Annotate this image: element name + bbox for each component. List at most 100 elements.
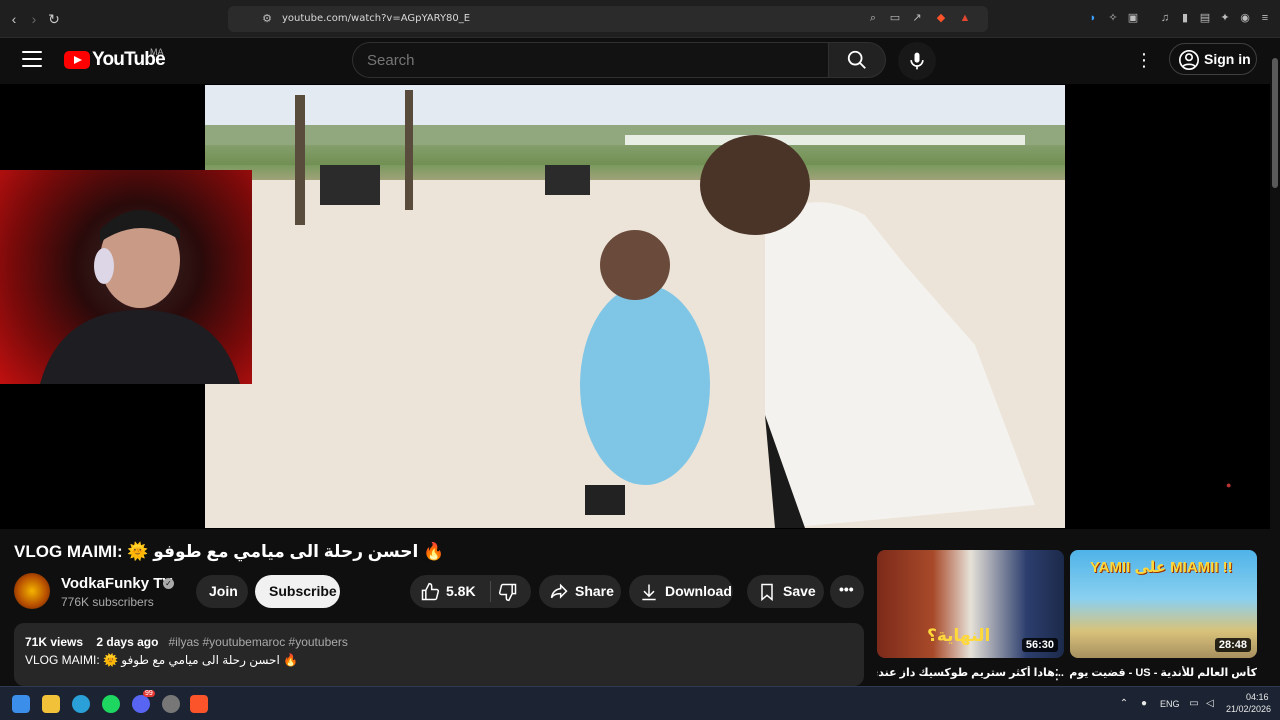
spotify-icon[interactable] <box>102 695 120 713</box>
download-label: Download <box>665 583 732 599</box>
network-icon[interactable]: ▭ <box>1188 698 1200 710</box>
download-button[interactable]: Download <box>629 575 733 608</box>
search-button[interactable] <box>828 42 886 78</box>
save-label: Save <box>783 583 816 599</box>
sign-in-label: Sign in <box>1204 51 1251 67</box>
join-label: Join <box>209 583 238 599</box>
tray-overflow-icon[interactable]: ⌃ <box>1118 698 1130 710</box>
like-dislike-group: 5.8K <box>410 575 531 608</box>
download-icon <box>642 584 656 601</box>
forward-icon[interactable]: › <box>24 9 44 29</box>
more-actions-button[interactable]: ••• <box>830 575 864 608</box>
recommended-title[interactable]: كأس العالم للأندية - US - قضيت يوم في <box>1070 666 1257 679</box>
wallet-icon[interactable]: ◗ <box>1086 11 1100 25</box>
clock-date[interactable]: 21/02/2026 <box>1226 704 1271 714</box>
recommended-title[interactable]: ...هادا أكثر ستريم طوكسيك داز عندي <box>877 666 1064 679</box>
menu-icon[interactable]: ≡ <box>1258 11 1272 25</box>
discord-icon[interactable]: 99 <box>132 690 155 713</box>
subscribe-label: Subscribe <box>269 583 337 599</box>
view-count: 71K views <box>25 635 84 649</box>
brave-browser-icon[interactable] <box>190 695 208 713</box>
recommendation-menu-icon[interactable]: ⋮ <box>1050 666 1064 684</box>
browser-toolbar: ‹ › ↻ ▯ ⚙ youtube.com/watch?v=AGpYARY80_… <box>0 0 1280 38</box>
thumbs-up-icon[interactable] <box>420 582 440 602</box>
windows-start-icon[interactable] <box>12 695 30 713</box>
leo-icon[interactable]: ✦ <box>1218 11 1232 25</box>
video-player[interactable]: ● <box>0 84 1270 529</box>
thumbnail-text: النهاية؟ <box>927 626 991 645</box>
country-code: MA <box>150 47 164 57</box>
search-icon <box>847 50 866 69</box>
zoom-icon[interactable]: ⌕ <box>866 11 880 25</box>
video-duration: 28:48 <box>1214 638 1251 652</box>
voice-search-button[interactable] <box>898 42 936 80</box>
like-divider <box>490 581 491 602</box>
scroll-thumb[interactable] <box>1272 58 1278 188</box>
screenshot-icon[interactable]: ▣ <box>1126 11 1140 25</box>
bookmark-save-icon <box>761 583 773 602</box>
video-thumbnail[interactable]: النهاية؟ 56:30 <box>877 550 1064 658</box>
video-thumbnail[interactable]: YAMII علی MIAMII !! 28:48 <box>1070 550 1257 658</box>
youtube-header: YouTube MA ⋮ Sign in <box>0 38 1280 84</box>
language-indicator[interactable]: ENG <box>1160 699 1180 709</box>
recommended-video[interactable]: النهاية؟ 56:30 ...هادا أكثر ستريم طوكسيك… <box>877 550 1064 686</box>
search-box[interactable] <box>352 42 828 78</box>
discord-badge: 99 <box>143 690 155 697</box>
join-button[interactable]: Join <box>196 575 248 608</box>
cast-icon[interactable]: ▭ <box>888 11 902 25</box>
clock-time[interactable]: 04:16 <box>1246 692 1269 702</box>
share-page-icon[interactable]: ↗ <box>910 11 924 25</box>
channel-name[interactable]: VodkaFunky TV <box>61 575 172 592</box>
url-text[interactable]: youtube.com/watch?v=AGpYARY80_E <box>282 13 470 24</box>
brave-rewards-icon[interactable]: ▲ <box>958 11 972 25</box>
account-icon <box>1179 50 1199 70</box>
description-box[interactable]: 71K views 2 days ago #ilyas #youtubemaro… <box>14 623 864 686</box>
windows-taskbar: 99 ⌃ ● ENG ▭ ◁ 04:16 21/02/2026 <box>0 686 1280 720</box>
share-icon <box>550 583 568 599</box>
back-icon[interactable]: ‹ <box>4 9 24 29</box>
media-icon[interactable]: ♫ <box>1158 11 1172 25</box>
streamer-facecam <box>0 170 252 384</box>
reload-icon[interactable]: ↻ <box>44 9 64 29</box>
microphone-tray-icon[interactable]: ● <box>1138 698 1150 710</box>
volume-icon[interactable]: ◁ <box>1204 698 1216 710</box>
sidebar-icon[interactable]: ▮ <box>1178 11 1192 25</box>
thumbnail-text: YAMII علی MIAMII !! <box>1090 559 1233 576</box>
sign-in-button[interactable]: Sign in <box>1169 43 1257 75</box>
app-icon[interactable] <box>162 695 180 713</box>
video-scene <box>205 85 1065 528</box>
facecam-figure <box>40 210 240 384</box>
share-label: Share <box>575 583 614 599</box>
verified-check-icon: ✓ <box>163 578 174 589</box>
subscriber-count: 776K subscribers <box>61 595 154 609</box>
channel-avatar[interactable] <box>14 573 50 609</box>
guide-menu-icon[interactable] <box>22 51 42 67</box>
video-title: VLOG MAIMI: 🌞 احسن رحلة الى ميامي مع طوف… <box>14 542 445 561</box>
subscribe-button[interactable]: Subscribe <box>255 575 340 608</box>
upload-age: 2 days ago <box>96 635 159 649</box>
recommended-video[interactable]: YAMII علی MIAMII !! 28:48 كأس العالم للأ… <box>1070 550 1257 686</box>
search-input[interactable] <box>367 52 807 69</box>
file-explorer-icon[interactable] <box>42 695 60 713</box>
save-button[interactable]: Save <box>747 575 824 608</box>
vpn-icon[interactable]: ◉ <box>1238 11 1252 25</box>
video-frame[interactable] <box>205 85 1065 528</box>
player-watermark: ● <box>1226 480 1232 490</box>
share-button[interactable]: Share <box>539 575 621 608</box>
description-text: VLOG MAIMI: 🌞 احسن رحلة الى ميامي مع طوف… <box>25 653 299 667</box>
microphone-icon <box>910 52 924 70</box>
like-count[interactable]: 5.8K <box>446 583 476 599</box>
more-horizontal-icon: ••• <box>839 581 854 597</box>
wallet-2-icon[interactable]: ▤ <box>1198 11 1212 25</box>
hashtags[interactable]: #ilyas #youtubemaroc #youtubers <box>168 635 347 649</box>
video-duration: 56:30 <box>1021 638 1058 652</box>
page-scrollbar[interactable] <box>1270 38 1280 686</box>
settings-more-icon[interactable]: ⋮ <box>1134 50 1154 70</box>
site-info-icon[interactable]: ⚙ <box>260 12 274 26</box>
description-meta: 71K views 2 days ago #ilyas #youtubemaro… <box>25 635 348 649</box>
extensions-icon[interactable]: ✧ <box>1106 11 1120 25</box>
youtube-logo[interactable] <box>64 51 90 69</box>
brave-shield-icon[interactable]: ◆ <box>934 11 948 25</box>
edge-icon[interactable] <box>72 695 90 713</box>
thumbs-down-icon[interactable] <box>498 582 518 602</box>
